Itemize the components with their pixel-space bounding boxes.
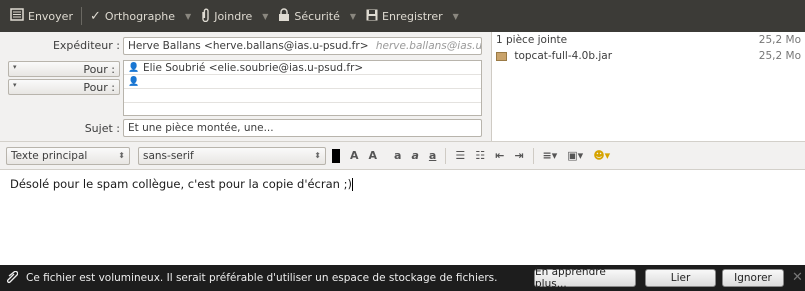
ignore-button[interactable]: Ignorer <box>722 269 784 287</box>
recipient-row-empty[interactable] <box>124 89 481 103</box>
ignore-label: Ignorer <box>734 272 772 284</box>
message-body-text: Désolé pour le spam collègue, c'est pour… <box>10 177 352 191</box>
security-label: Sécurité <box>294 9 340 23</box>
spelling-dropdown-icon[interactable]: ▼ <box>185 12 191 21</box>
attachment-size: 25,2 Mo <box>758 50 801 62</box>
from-label: Expéditeur : <box>52 39 120 52</box>
recipient-list: 👤 Elie Soubrié <elie.soubrie@ias.u-psud.… <box>123 60 482 116</box>
recipient-row[interactable]: 👤 Elie Soubrié <elie.soubrie@ias.u-psud.… <box>124 61 481 75</box>
subject-label: Sujet : <box>84 122 120 135</box>
subject-input[interactable]: Et une pièce montée, une... <box>123 119 482 137</box>
paperclip-icon <box>6 271 18 285</box>
paperclip-icon <box>201 8 210 25</box>
attachment-summary[interactable]: 1 pièce jointe 25,2 Mo <box>492 32 805 48</box>
attachment-total-size: 25,2 Mo <box>758 34 801 46</box>
font-larger-icon[interactable]: A <box>350 149 359 162</box>
floppy-disk-icon <box>366 9 378 24</box>
chevron-updown-icon: ⬍ <box>314 151 321 160</box>
format-separator <box>532 147 534 164</box>
recipient-row-empty[interactable] <box>124 103 481 117</box>
lock-icon <box>278 8 290 24</box>
contact-icon: 👤 <box>128 76 140 87</box>
align-icon[interactable]: ≡▾ <box>543 149 558 162</box>
font-family-value: sans-serif <box>143 149 194 162</box>
jar-file-icon <box>496 51 507 61</box>
recipient-type-label: Pour : <box>83 81 115 94</box>
smiley-icon[interactable]: ☻▾ <box>593 149 610 162</box>
paragraph-style-select[interactable]: Texte principal ⬍ <box>6 146 130 165</box>
send-button[interactable]: Envoyer <box>6 5 77 27</box>
toolbar-separator <box>80 7 82 25</box>
format-separator <box>445 147 447 164</box>
recipient-value: Elie Soubrié <elie.soubrie@ias.u-psud.fr… <box>143 61 364 74</box>
font-family-select[interactable]: sans-serif ⬍ <box>138 146 326 165</box>
compose-toolbar: Envoyer ✓ Orthographe ▼ Joindre ▼ Sécuri… <box>0 0 805 32</box>
link-label: Lier <box>670 272 691 284</box>
bold-icon[interactable]: a <box>394 149 401 162</box>
attachment-pane: 1 pièce jointe 25,2 Mo topcat-full-4.0b.… <box>491 32 805 141</box>
security-button[interactable]: Sécurité <box>274 5 343 27</box>
recipient-row[interactable]: 👤 <box>124 75 481 89</box>
attachment-item[interactable]: topcat-full-4.0b.jar 25,2 Mo <box>492 48 805 64</box>
italic-icon[interactable]: a <box>411 149 418 162</box>
text-color-icon[interactable] <box>332 148 340 163</box>
format-toolbar: Texte principal ⬍ sans-serif ⬍ A A a a a… <box>0 141 805 169</box>
large-file-notification-bar: Ce fichier est volumineux. Il serait pré… <box>0 265 805 291</box>
text-caret <box>351 178 353 191</box>
send-label: Envoyer <box>28 9 73 23</box>
learn-more-label: En apprendre plus... <box>535 266 606 290</box>
recipient-type-label: Pour : <box>83 63 115 76</box>
chevron-updown-icon: ⬍ <box>118 151 125 160</box>
save-button[interactable]: Enregistrer <box>362 5 447 27</box>
spelling-button[interactable]: ✓ Orthographe <box>86 5 179 27</box>
dropdown-icon: ▾ <box>13 81 17 89</box>
send-icon <box>10 8 24 24</box>
notification-message: Ce fichier est volumineux. Il serait pré… <box>26 272 498 284</box>
insert-image-icon[interactable]: ▣▾ <box>567 149 583 162</box>
address-panel: Expéditeur : Herve Ballans <herve.ballan… <box>0 32 489 141</box>
indent-icon[interactable]: ⇥ <box>514 149 523 162</box>
attach-button[interactable]: Joindre <box>197 5 256 27</box>
message-body-editor[interactable]: Désolé pour le spam collègue, c'est pour… <box>0 169 805 265</box>
save-dropdown-icon[interactable]: ▼ <box>453 12 459 21</box>
attach-label: Joindre <box>214 9 253 23</box>
bullet-list-icon[interactable]: ☰ <box>455 149 465 162</box>
attachment-count: 1 pièce jointe <box>496 34 568 46</box>
recipient-type-select-2[interactable]: ▾ Pour : <box>8 79 120 95</box>
from-select[interactable]: Herve Ballans <herve.ballans@ias.u-psud.… <box>123 37 482 55</box>
security-dropdown-icon[interactable]: ▼ <box>350 12 356 21</box>
link-button[interactable]: Lier <box>645 269 716 287</box>
message-header: Expéditeur : Herve Ballans <herve.ballan… <box>0 32 805 141</box>
close-icon[interactable]: ✕ <box>792 270 803 285</box>
attachment-name: topcat-full-4.0b.jar <box>514 50 613 62</box>
outdent-icon[interactable]: ⇤ <box>495 149 504 162</box>
save-label: Enregistrer <box>382 9 443 23</box>
checkmark-icon: ✓ <box>89 8 101 24</box>
attach-dropdown-icon[interactable]: ▼ <box>262 12 268 21</box>
learn-more-button[interactable]: En apprendre plus... <box>534 266 636 290</box>
dropdown-icon: ▾ <box>13 63 17 71</box>
contact-icon: 👤 <box>128 62 140 73</box>
recipient-type-select-1[interactable]: ▾ Pour : <box>8 61 120 77</box>
numbered-list-icon[interactable]: ☷ <box>475 149 485 162</box>
paragraph-style-value: Texte principal <box>11 149 88 162</box>
spelling-label: Orthographe <box>104 9 176 23</box>
underline-icon[interactable]: a <box>429 149 436 162</box>
from-value: Herve Ballans <herve.ballans@ias.u-psud.… <box>128 40 369 52</box>
from-hint: herve.ballans@ias.u-p... <box>375 40 482 52</box>
font-smaller-icon[interactable]: A <box>369 149 378 162</box>
